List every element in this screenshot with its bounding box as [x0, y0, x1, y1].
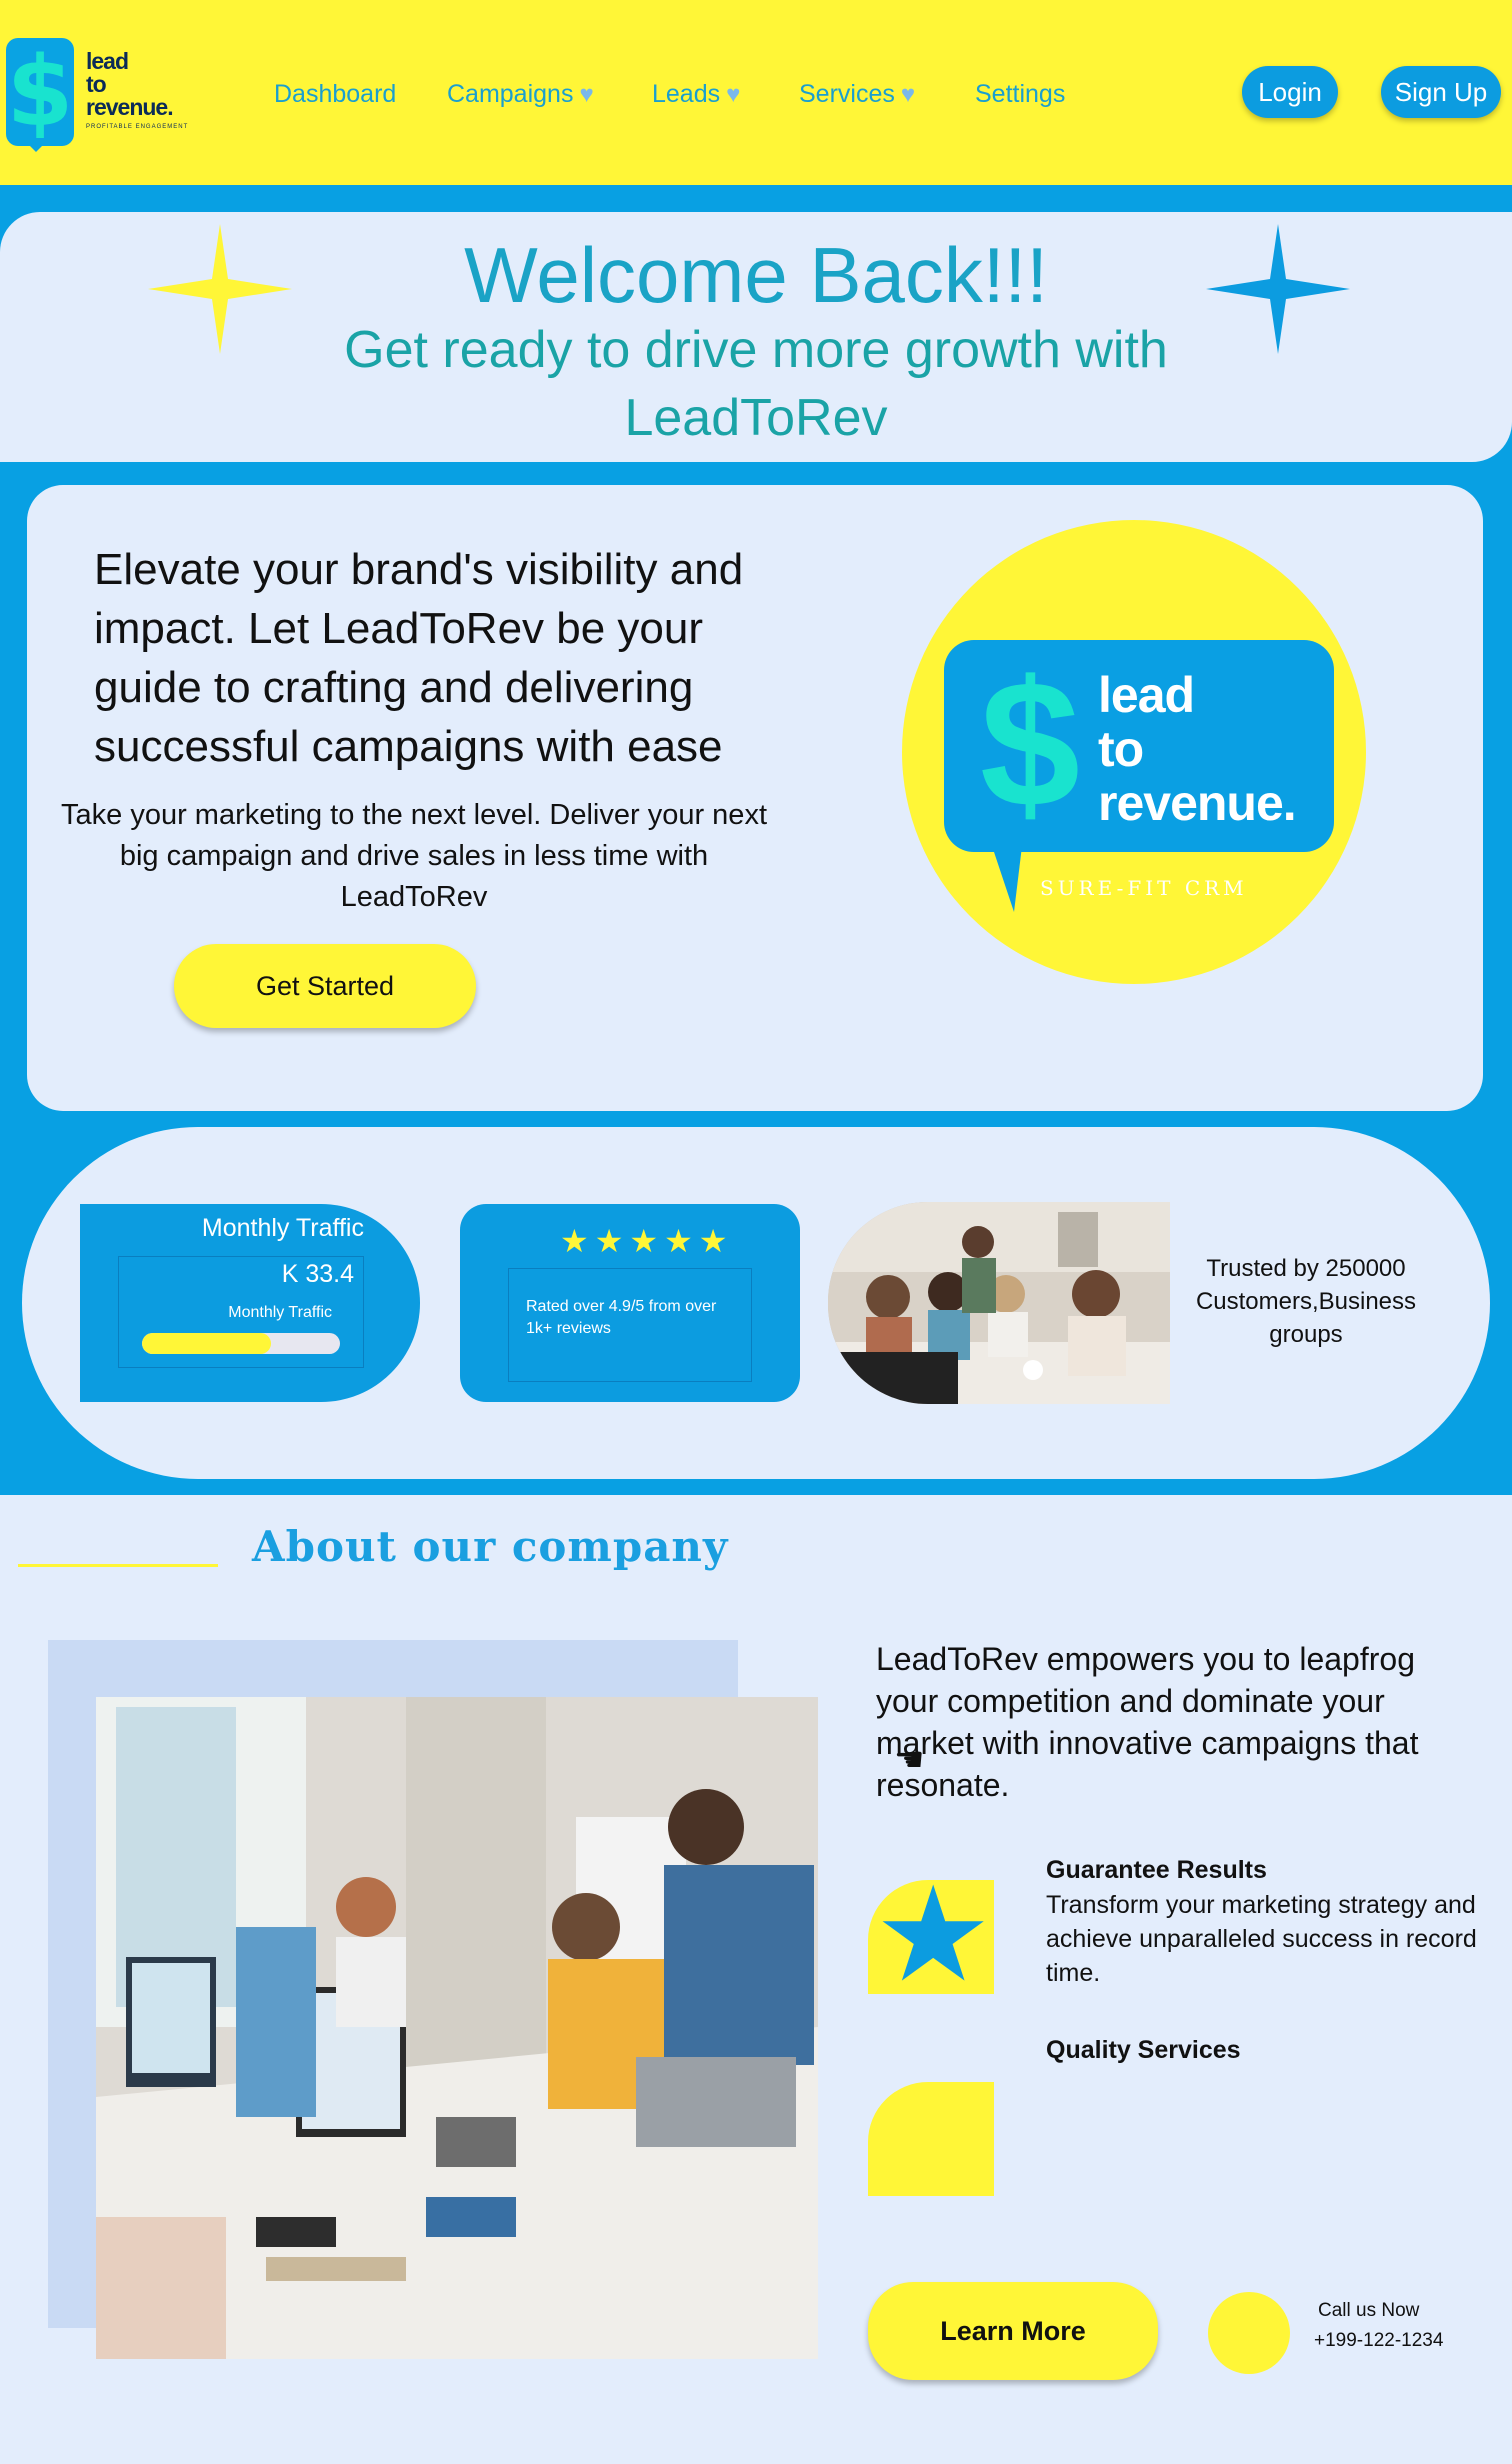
- welcome-title: Welcome Back!!!: [464, 231, 1048, 319]
- hero-logo-wordmark: lead to revenue.: [1098, 667, 1297, 831]
- dollar-icon: $: [6, 36, 74, 148]
- nav-settings-label: Settings: [975, 80, 1066, 108]
- traffic-card-title: Monthly Traffic: [201, 1214, 364, 1242]
- nav-leads[interactable]: Leads ♥: [652, 80, 740, 109]
- call-icon[interactable]: [1208, 2292, 1290, 2374]
- heart-icon: ♥: [726, 80, 741, 108]
- about-title: About our company: [252, 1522, 729, 1571]
- logo-word-to: to: [86, 71, 107, 97]
- nav-dashboard[interactable]: Dashboard: [274, 80, 396, 109]
- logo-word-revenue: revenue.: [86, 94, 174, 120]
- nav-services[interactable]: Services ♥: [799, 80, 915, 109]
- nav-dashboard-label: Dashboard: [274, 80, 397, 108]
- rating-text: Rated over 4.9/5 from over 1k+ reviews: [526, 1298, 717, 1337]
- feature-title-quality: Quality Services: [1046, 2036, 1241, 2064]
- office-photo: [96, 1697, 818, 2359]
- trusted-text: Trusted by 250000 Customers,Business gro…: [1195, 1255, 1417, 1348]
- get-started-button[interactable]: Get Started: [174, 944, 476, 1028]
- hero-logo-bubble-tail: [992, 846, 1022, 912]
- call-label: Call us Now: [1318, 2300, 1420, 2321]
- logo-wordmark: lead to revenue.: [86, 50, 196, 119]
- hero-headline: Elevate your brand's visibility and impa…: [94, 545, 744, 771]
- star-icon: ★: [874, 1861, 993, 2008]
- heart-icon: ♥: [900, 80, 916, 108]
- signup-button[interactable]: Sign Up: [1381, 66, 1501, 118]
- rating-stars-icon: ★★★★★: [560, 1223, 734, 1259]
- nav-campaigns-label: Campaigns: [447, 80, 574, 108]
- hero-logo-word-lead: lead: [1098, 667, 1195, 723]
- heart-icon: ♥: [579, 80, 594, 108]
- logo-word-lead: lead: [86, 48, 129, 74]
- feature-desc-guarantee: Transform your marketing strategy and ac…: [1046, 1891, 1477, 1987]
- login-button[interactable]: Login: [1242, 66, 1338, 118]
- dollar-icon: $: [979, 644, 1081, 845]
- feature-badge-yellow: [868, 2082, 994, 2196]
- welcome-subtitle: Get ready to drive more growth with Lead…: [344, 321, 1168, 447]
- traffic-label: Monthly Traffic: [228, 1304, 332, 1321]
- about-divider: [18, 1564, 218, 1567]
- traffic-progress-bar: [142, 1333, 340, 1354]
- traffic-progress-fill: [142, 1333, 271, 1354]
- hand-icon: ☚: [894, 1741, 925, 1779]
- nav-campaigns[interactable]: Campaigns ♥: [447, 80, 594, 109]
- customers-photo: [828, 1202, 1170, 1404]
- nav-services-label: Services: [799, 80, 895, 108]
- call-number[interactable]: +199-122-1234: [1314, 2330, 1443, 2352]
- nav-settings[interactable]: Settings: [975, 80, 1065, 109]
- hero-logo-word-to: to: [1098, 721, 1144, 777]
- hero-description: Take your marketing to the next level. D…: [61, 799, 767, 913]
- feature-title-guarantee: Guarantee Results: [1046, 1856, 1267, 1884]
- learn-more-button[interactable]: Learn More: [868, 2282, 1158, 2380]
- logo-bubble-tail: [22, 138, 50, 152]
- hero-logo-caption: SURE-FIT CRM: [1040, 876, 1248, 900]
- nav-leads-label: Leads: [652, 80, 721, 108]
- logo-tagline: PROFITABLE ENGAGEMENT: [86, 124, 189, 130]
- about-paragraph: LeadToRev empowers you to leapfrog your …: [876, 1641, 1419, 1803]
- traffic-value: K 33.4: [281, 1260, 354, 1288]
- hero-logo-word-revenue: revenue.: [1098, 775, 1297, 831]
